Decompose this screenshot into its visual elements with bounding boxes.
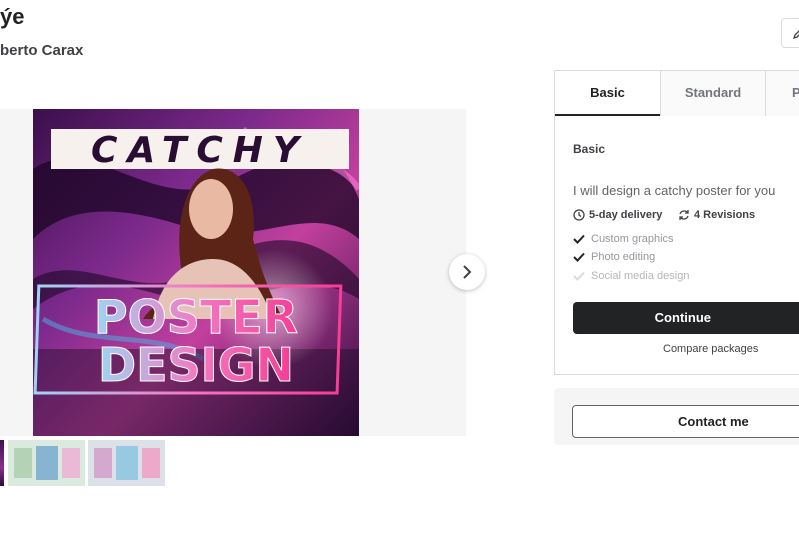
gallery-next-button[interactable] (449, 254, 485, 290)
gallery: CATCHY POSTER DESIGN (0, 109, 466, 436)
pencil-icon (792, 30, 799, 40)
package-card: Basic Standard P Basic I will design a c… (554, 70, 799, 375)
check-icon (573, 271, 585, 281)
revisions: 4 Revisions (678, 209, 755, 221)
package-description: I will design a catchy poster for you (573, 183, 776, 198)
seller-name[interactable]: berto Carax (0, 42, 83, 59)
gallery-thumbnail[interactable] (88, 440, 165, 486)
delivery-time: 5-day delivery (573, 209, 662, 221)
package-name: Basic (573, 142, 606, 156)
revisions-label: 4 Revisions (694, 209, 756, 221)
gig-title: ýe (0, 4, 25, 29)
gallery-thumbnail[interactable] (0, 440, 4, 486)
contact-button[interactable]: Contact me (572, 405, 799, 438)
refresh-icon (679, 210, 689, 220)
feature-item: Photo editing (573, 251, 655, 263)
clock-icon (573, 209, 585, 221)
poster-text-line2: DESIGN (98, 338, 294, 392)
tab-basic[interactable]: Basic (555, 71, 660, 116)
continue-button[interactable]: Continue (573, 302, 799, 334)
gallery-main-image[interactable]: CATCHY POSTER DESIGN (33, 109, 359, 436)
edit-button[interactable] (781, 18, 799, 48)
chevron-right-icon (463, 265, 472, 279)
package-tabs: Basic Standard P (555, 71, 799, 116)
check-icon (573, 252, 585, 262)
tab-standard[interactable]: Standard (660, 71, 765, 116)
delivery-label: 5-day delivery (589, 209, 663, 221)
gallery-thumbnail[interactable] (8, 440, 85, 486)
feature-item: Social media design (573, 270, 689, 282)
check-icon (573, 234, 585, 244)
poster-text-line1: POSTER (94, 290, 298, 344)
poster-headline: CATCHY (91, 130, 309, 171)
tab-premium[interactable]: P (765, 71, 799, 116)
contact-section: Contact me (554, 388, 799, 445)
feature-item: Custom graphics (573, 233, 674, 245)
compare-packages-link[interactable]: Compare packages (663, 343, 758, 355)
